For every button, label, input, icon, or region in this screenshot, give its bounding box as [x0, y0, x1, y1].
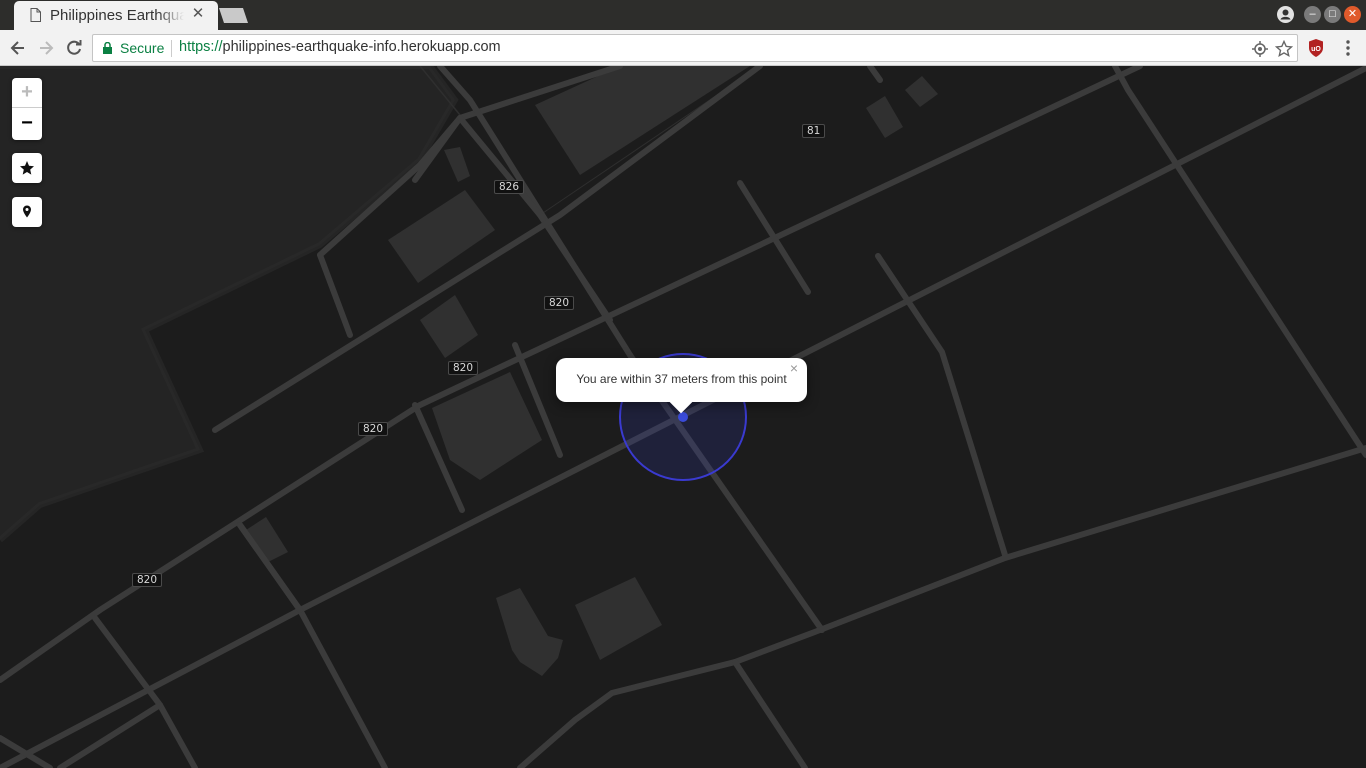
location-target-icon[interactable]	[1251, 40, 1269, 58]
window-close-icon[interactable]: ✕	[1344, 6, 1361, 23]
zoom-out-button[interactable]: −	[12, 109, 42, 139]
location-marker	[678, 412, 688, 422]
browser-tab[interactable]: Philippines Earthquake Info ✕	[14, 1, 218, 30]
locate-button[interactable]	[12, 197, 42, 227]
zoom-control: + −	[12, 78, 42, 140]
road-label: 820	[448, 361, 479, 375]
road-label: 81	[802, 124, 826, 138]
lock-icon	[103, 42, 112, 54]
back-icon[interactable]	[8, 38, 28, 58]
favorites-button[interactable]	[12, 153, 42, 183]
security-label: Secure	[120, 40, 165, 56]
map-pin-icon	[23, 205, 31, 218]
browser-toolbar: Secure https://philippines-earthquake-in…	[0, 30, 1366, 66]
page-icon	[30, 8, 41, 22]
zoom-in-button[interactable]: +	[12, 78, 42, 108]
road-label: 826	[494, 180, 525, 194]
tab-close-icon[interactable]: ✕	[190, 5, 206, 23]
reload-icon[interactable]	[64, 38, 84, 58]
road-label: 820	[544, 296, 575, 310]
ublock-extension-icon[interactable]: uO	[1306, 38, 1326, 58]
minimize-icon[interactable]: –	[1304, 6, 1321, 23]
popup-close-icon[interactable]: ×	[786, 360, 802, 376]
address-bar[interactable]: Secure https://philippines-earthquake-in…	[92, 34, 1298, 62]
profile-icon[interactable]	[1277, 6, 1294, 23]
browser-menu-icon[interactable]	[1340, 38, 1356, 58]
location-popup: You are within 37 meters from this point…	[556, 358, 807, 414]
tab-title: Philippines Earthquake Info	[50, 7, 184, 24]
road-label: 820	[132, 573, 163, 587]
url-text[interactable]: https://philippines-earthquake-info.hero…	[179, 39, 501, 55]
svg-text:uO: uO	[1311, 46, 1321, 53]
star-icon	[20, 161, 34, 175]
browser-titlebar: Philippines Earthquake Info ✕ – □ ✕	[0, 0, 1366, 30]
map-tiles	[0, 66, 1366, 768]
bookmark-star-icon[interactable]	[1275, 40, 1293, 58]
maximize-icon[interactable]: □	[1324, 6, 1341, 23]
road-label: 820	[358, 422, 389, 436]
forward-icon[interactable]	[36, 38, 56, 58]
popup-text: You are within 37 meters from this point	[576, 372, 787, 386]
map-view[interactable]: 81 826 820 820 820 820 + − You are withi…	[0, 66, 1366, 768]
new-tab-button[interactable]	[215, 8, 248, 23]
omnibox-divider	[171, 40, 172, 57]
